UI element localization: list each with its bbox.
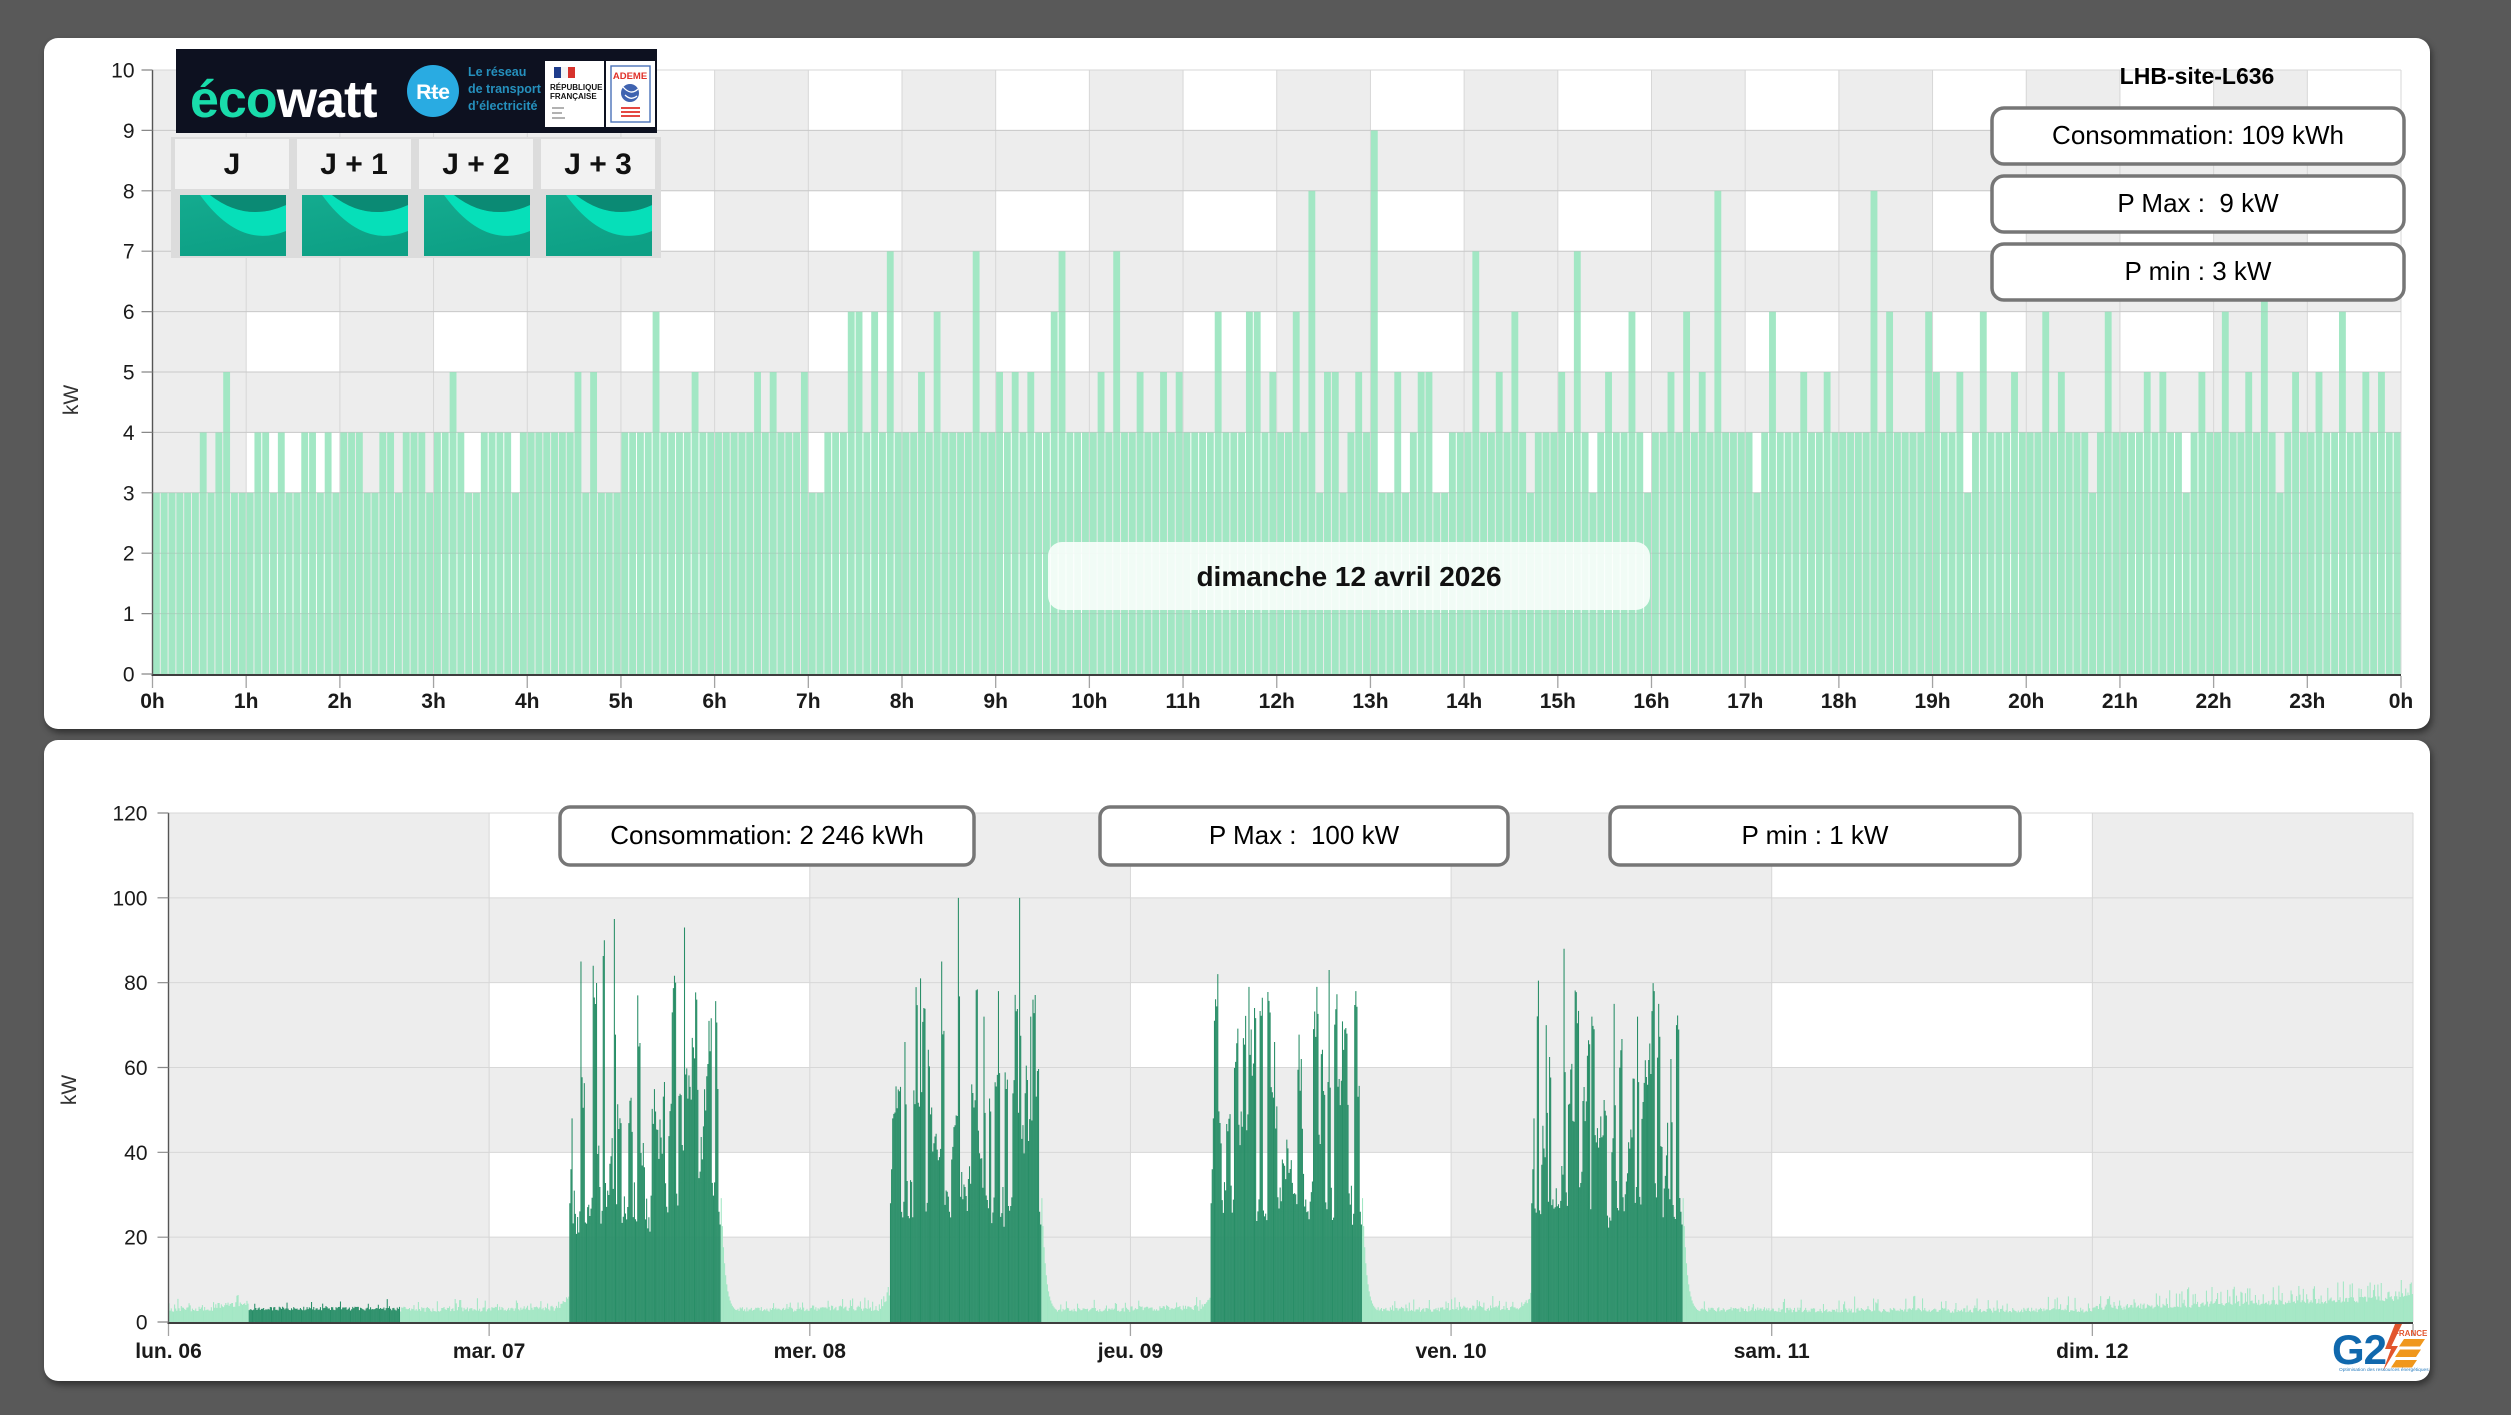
svg-text:mer. 08: mer. 08	[774, 1340, 847, 1363]
svg-text:13h: 13h	[1352, 690, 1388, 713]
svg-text:0h: 0h	[140, 690, 165, 713]
svg-text:12h: 12h	[1259, 690, 1295, 713]
svg-text:jeu. 09: jeu. 09	[1097, 1340, 1163, 1363]
svg-text:0h: 0h	[2389, 690, 2414, 713]
svg-text:J + 1: J + 1	[320, 148, 388, 181]
svg-text:7h: 7h	[796, 690, 821, 713]
svg-text:15h: 15h	[1540, 690, 1576, 713]
svg-text:100: 100	[112, 887, 147, 910]
svg-text:10h: 10h	[1071, 690, 1107, 713]
svg-text:23h: 23h	[2289, 690, 2325, 713]
svg-text:14h: 14h	[1446, 690, 1482, 713]
svg-text:120: 120	[112, 803, 147, 826]
svg-text:lun. 06: lun. 06	[135, 1340, 202, 1363]
svg-text:FRANÇAISE: FRANÇAISE	[550, 92, 597, 101]
svg-text:Optimisation des ressources én: Optimisation des ressources énergétiques	[2339, 1367, 2429, 1373]
svg-text:P min : 1 kW: P min : 1 kW	[1742, 820, 1889, 850]
svg-text:7: 7	[123, 241, 135, 264]
svg-text:1h: 1h	[234, 690, 259, 713]
svg-text:0: 0	[123, 664, 135, 687]
svg-text:1: 1	[123, 603, 135, 626]
svg-text:5h: 5h	[609, 690, 634, 713]
svg-text:60: 60	[124, 1057, 147, 1080]
svg-text:P Max : 9 kW: P Max : 9 kW	[2117, 188, 2279, 218]
svg-text:J + 2: J + 2	[442, 148, 510, 181]
svg-text:Consommation: 109 kWh: Consommation: 109 kWh	[2052, 120, 2344, 150]
svg-text:ven. 10: ven. 10	[1415, 1340, 1486, 1363]
svg-text:Le réseau: Le réseau	[468, 65, 526, 79]
svg-text:19h: 19h	[1914, 690, 1950, 713]
svg-text:21h: 21h	[2102, 690, 2138, 713]
svg-text:9: 9	[123, 120, 135, 143]
svg-text:18h: 18h	[1821, 690, 1857, 713]
svg-text:dimanche 12 avril 2026: dimanche 12 avril 2026	[1196, 561, 1501, 592]
svg-text:Consommation: 2 246 kWh: Consommation: 2 246 kWh	[610, 820, 924, 850]
svg-text:3: 3	[123, 482, 135, 505]
svg-text:kW: kW	[60, 385, 83, 416]
svg-text:40: 40	[124, 1142, 147, 1165]
svg-text:9h: 9h	[983, 690, 1008, 713]
svg-text:10: 10	[111, 60, 134, 83]
svg-text:4h: 4h	[515, 690, 540, 713]
svg-text:20: 20	[124, 1227, 147, 1250]
svg-text:kW: kW	[58, 1075, 81, 1106]
svg-text:6: 6	[123, 301, 135, 324]
svg-text:8: 8	[123, 180, 135, 203]
svg-text:J + 3: J + 3	[564, 148, 632, 181]
svg-text:22h: 22h	[2196, 690, 2232, 713]
svg-text:RÉPUBLIQUE: RÉPUBLIQUE	[550, 83, 603, 92]
svg-text:P min : 3 kW: P min : 3 kW	[2125, 256, 2272, 286]
svg-text:3h: 3h	[421, 690, 446, 713]
svg-text:mar. 07: mar. 07	[453, 1340, 525, 1363]
svg-text:2h: 2h	[328, 690, 353, 713]
svg-text:sam. 11: sam. 11	[1734, 1340, 1810, 1363]
svg-text:8h: 8h	[890, 690, 915, 713]
svg-text:LHB-site-L636: LHB-site-L636	[2120, 63, 2275, 89]
svg-text:16h: 16h	[1633, 690, 1669, 713]
svg-text:P Max : 100 kW: P Max : 100 kW	[1209, 820, 1400, 850]
svg-text:J: J	[224, 148, 241, 181]
svg-text:dim. 12: dim. 12	[2056, 1340, 2128, 1363]
svg-text:5: 5	[123, 362, 135, 385]
svg-text:17h: 17h	[1727, 690, 1763, 713]
svg-text:de transport: de transport	[468, 82, 542, 96]
svg-text:G2: G2	[2332, 1326, 2386, 1373]
svg-text:2: 2	[123, 543, 135, 566]
svg-text:11h: 11h	[1166, 690, 1201, 713]
svg-text:d’électricité: d’électricité	[468, 99, 538, 113]
svg-text:0: 0	[136, 1312, 148, 1335]
svg-text:80: 80	[124, 972, 147, 995]
svg-text:FRANCE: FRANCE	[2394, 1329, 2428, 1338]
svg-text:écowatt: écowatt	[190, 71, 377, 129]
svg-text:6h: 6h	[702, 690, 727, 713]
svg-text:20h: 20h	[2008, 690, 2044, 713]
svg-text:ADEME: ADEME	[613, 71, 647, 82]
svg-text:4: 4	[123, 422, 135, 445]
